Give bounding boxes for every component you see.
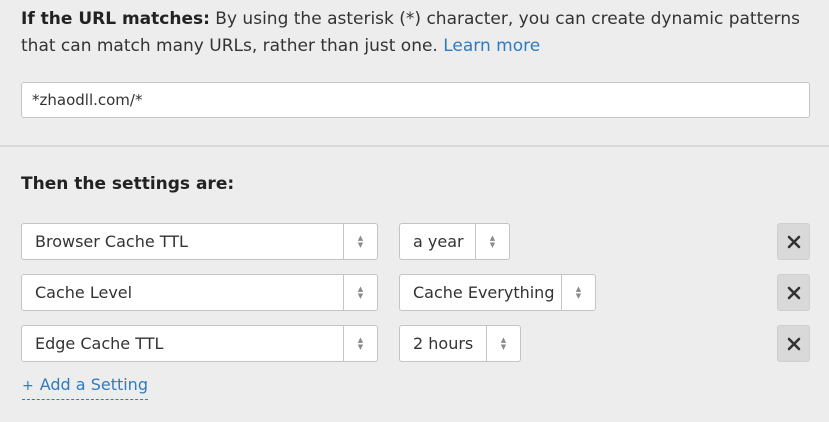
section-divider xyxy=(0,145,829,147)
setting-name: Cache Level xyxy=(35,283,133,302)
remove-setting-button[interactable] xyxy=(777,325,810,362)
setting-select-cache-level[interactable]: Cache Level ▲ ▼ xyxy=(21,274,378,311)
close-icon xyxy=(787,337,800,350)
select-arrows-icon: ▲ ▼ xyxy=(561,275,595,310)
add-setting-label: Add a Setting xyxy=(39,375,148,394)
add-setting-button[interactable]: + Add a Setting xyxy=(22,375,148,400)
select-arrows-icon: ▲ ▼ xyxy=(343,326,377,361)
settings-title: Then the settings are: xyxy=(21,174,235,194)
setting-value: 2 hours xyxy=(413,334,474,353)
select-arrows-icon: ▲ ▼ xyxy=(343,275,377,310)
close-icon xyxy=(787,286,800,299)
setting-select-edge-cache-ttl[interactable]: Edge Cache TTL ▲ ▼ xyxy=(21,325,378,362)
select-arrows-icon: ▲ ▼ xyxy=(486,326,520,361)
setting-select-browser-cache-ttl[interactable]: Browser Cache TTL ▲ ▼ xyxy=(21,223,378,260)
select-arrows-icon: ▲ ▼ xyxy=(475,224,509,259)
select-arrows-icon: ▲ ▼ xyxy=(343,224,377,259)
url-pattern-input[interactable] xyxy=(21,82,810,118)
plus-icon: + xyxy=(22,378,34,394)
setting-name: Browser Cache TTL xyxy=(35,232,188,251)
remove-setting-button[interactable] xyxy=(777,223,810,260)
value-select-browser-cache-ttl[interactable]: a year ▲ ▼ xyxy=(399,223,510,260)
url-match-heading: If the URL matches: xyxy=(21,9,210,29)
value-select-cache-level[interactable]: Cache Everything ▲ ▼ xyxy=(399,274,596,311)
close-icon xyxy=(787,235,800,248)
url-match-description: If the URL matches: By using the asteris… xyxy=(21,6,816,60)
remove-setting-button[interactable] xyxy=(777,274,810,311)
setting-value: a year xyxy=(413,232,464,251)
value-select-edge-cache-ttl[interactable]: 2 hours ▲ ▼ xyxy=(399,325,521,362)
setting-name: Edge Cache TTL xyxy=(35,334,164,353)
setting-value: Cache Everything xyxy=(413,283,555,302)
learn-more-link[interactable]: Learn more xyxy=(443,36,540,56)
